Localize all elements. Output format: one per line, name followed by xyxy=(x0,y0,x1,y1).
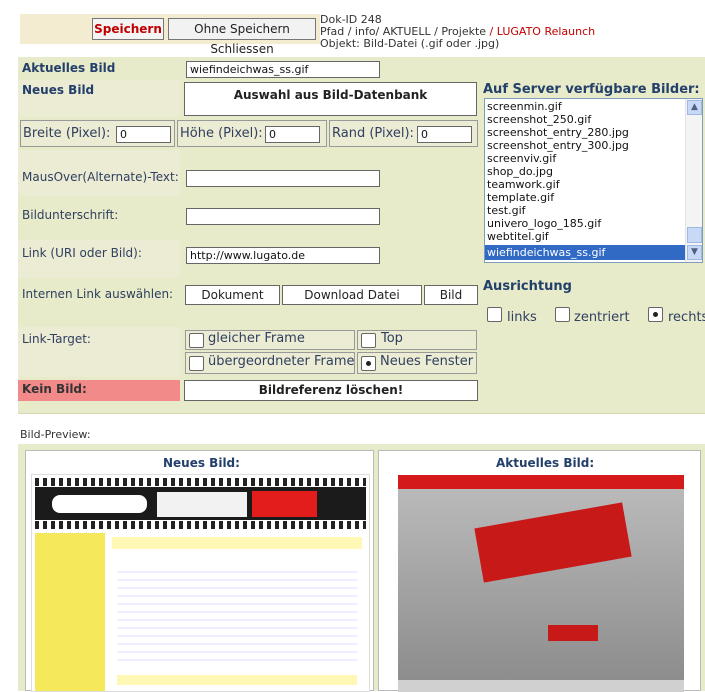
current-image-preview-label: Aktuelles Bild: xyxy=(496,456,595,470)
border-label: Rand (Pixel): xyxy=(332,126,414,141)
current-image-thumbnail xyxy=(398,475,684,692)
server-images-listbox[interactable]: screenmin.gif screenshot_250.gif screens… xyxy=(484,98,703,263)
link-label: Link (URI oder Bild): xyxy=(22,246,142,260)
caption-field[interactable] xyxy=(186,208,380,225)
height-field[interactable]: 0 xyxy=(265,126,320,143)
target-top-radio[interactable] xyxy=(361,333,376,348)
breadcrumb-current: / LUGATO Relaunch xyxy=(486,25,596,38)
list-item-selected[interactable]: wiefindeichwas_ss.gif xyxy=(485,245,685,260)
current-image-preview: Aktuelles Bild: xyxy=(378,450,701,692)
close-without-save-button[interactable]: Ohne Speichern Schliessen xyxy=(168,18,316,56)
link-field[interactable]: http://www.lugato.de xyxy=(186,247,380,264)
select-from-database-button[interactable]: Auswahl aus Bild-Datenbank xyxy=(184,82,477,116)
current-image-field[interactable]: wiefindeichwas_ss.gif xyxy=(186,61,380,78)
target-parent-frame-radio[interactable] xyxy=(189,356,204,371)
listbox-scrollbar[interactable]: ▲ ▼ xyxy=(685,99,702,262)
target-new-window-label: Neues Fenster xyxy=(380,354,474,369)
thumbnail-logo xyxy=(52,495,147,513)
radio-selected-dot xyxy=(653,312,658,317)
height-label: Höhe (Pixel): xyxy=(180,126,263,141)
alt-text-label: MausOver(Alternate)-Text: xyxy=(22,170,179,184)
thumbnail-stripe xyxy=(35,478,366,486)
object-type: Objekt: Bild-Datei (.gif oder .jpg) xyxy=(320,37,500,50)
list-item[interactable]: screenshot_entry_300.jpg xyxy=(487,139,629,152)
thumbnail-status-bar xyxy=(398,680,684,692)
thumbnail-banner xyxy=(157,492,247,517)
caption-label: Bildunterschrift: xyxy=(22,208,119,222)
scroll-thumb[interactable] xyxy=(687,227,702,243)
alignment-heading: Ausrichtung xyxy=(483,279,572,294)
internal-link-label: Internen Link auswählen: xyxy=(22,287,174,301)
target-top-label: Top xyxy=(381,331,403,346)
link-target-label: Link-Target: xyxy=(22,332,91,346)
save-button[interactable]: Speichern xyxy=(92,18,164,40)
new-image-label: Neues Bild xyxy=(22,83,95,97)
align-right-label: rechts xyxy=(668,310,705,325)
list-item[interactable]: screenshot_entry_280.jpg xyxy=(487,126,629,139)
thumbnail-red-banner xyxy=(474,502,632,583)
align-left-label: links xyxy=(507,310,537,325)
list-item[interactable]: screenmin.gif xyxy=(487,100,562,113)
document-meta: Dok-ID 248 Pfad / info/ AKTUELL / Projek… xyxy=(320,14,595,50)
align-left-radio[interactable] xyxy=(487,307,502,322)
target-new-window-radio[interactable] xyxy=(361,356,376,371)
new-image-thumbnail xyxy=(31,474,370,692)
server-images-heading: Auf Server verfügbare Bilder: xyxy=(483,82,700,97)
preview-title: Bild-Preview: xyxy=(20,428,91,441)
section-divider xyxy=(18,413,705,414)
thumbnail-stripe-2 xyxy=(35,521,366,529)
list-item[interactable]: webtitel.gif xyxy=(487,230,549,243)
download-file-button[interactable]: Download Datei xyxy=(282,285,422,305)
list-item[interactable]: shop_do.jpg xyxy=(487,165,553,178)
radio-selected-dot xyxy=(366,361,371,366)
scroll-down-icon[interactable]: ▼ xyxy=(687,245,702,260)
list-item[interactable]: univero_logo_185.gif xyxy=(487,217,601,230)
align-center-label: zentriert xyxy=(574,310,630,325)
list-item[interactable]: teamwork.gif xyxy=(487,178,560,191)
thumbnail-shop-banner xyxy=(252,491,317,517)
list-item[interactable]: screenshot_250.gif xyxy=(487,113,591,126)
new-image-preview-label: Neues Bild: xyxy=(163,456,240,470)
list-item[interactable]: template.gif xyxy=(487,191,554,204)
target-parent-frame-label: übergeordneter Frame xyxy=(208,354,355,369)
document-button[interactable]: Dokument xyxy=(185,285,280,305)
no-image-label: Kein Bild: xyxy=(22,382,87,396)
list-item[interactable]: test.gif xyxy=(487,204,526,217)
target-same-frame-radio[interactable] xyxy=(189,333,204,348)
thumbnail-footer-bar xyxy=(117,675,357,685)
thumbnail-start-button xyxy=(548,625,598,641)
width-field[interactable]: 0 xyxy=(116,126,171,143)
target-same-frame-label: gleicher Frame xyxy=(208,331,305,346)
new-image-preview: Neues Bild: xyxy=(25,450,374,692)
width-label: Breite (Pixel): xyxy=(23,126,111,141)
align-right-radio[interactable] xyxy=(648,307,663,322)
align-center-radio[interactable] xyxy=(555,307,570,322)
image-link-button[interactable]: Bild xyxy=(424,285,478,305)
thumbnail-sidebar xyxy=(35,533,105,691)
alt-text-field[interactable] xyxy=(186,170,380,187)
scroll-up-icon[interactable]: ▲ xyxy=(687,100,702,115)
thumbnail-content-bar xyxy=(112,537,362,549)
delete-image-reference-button[interactable]: Bildreferenz löschen! xyxy=(184,380,478,401)
border-field[interactable]: 0 xyxy=(417,126,472,143)
list-item[interactable]: screenviv.gif xyxy=(487,152,556,165)
thumbnail-red-bar xyxy=(398,475,684,489)
current-image-label: Aktuelles Bild xyxy=(22,61,116,75)
thumbnail-table xyxy=(117,565,357,665)
